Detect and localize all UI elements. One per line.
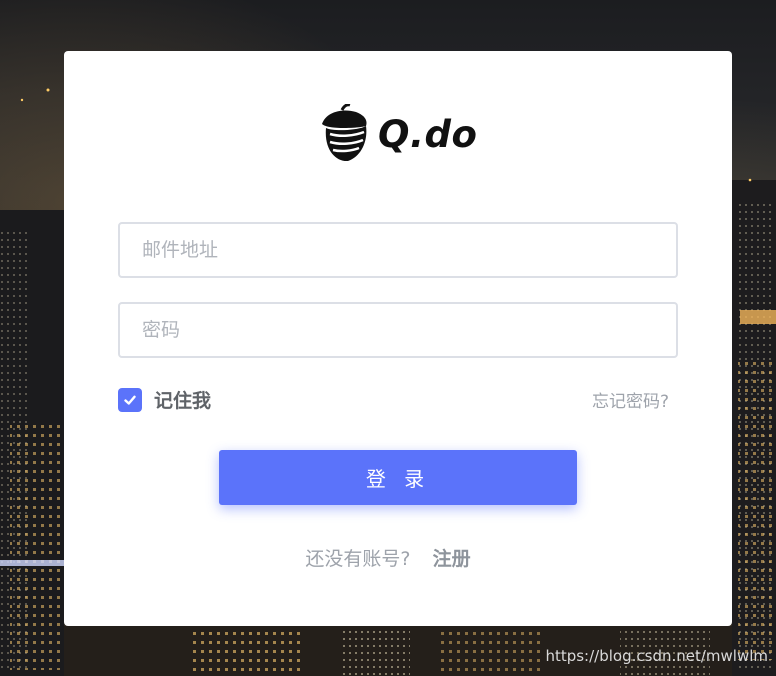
signup-row: 还没有账号? 注册 [0,544,776,571]
email-field[interactable] [118,222,678,278]
signup-prompt: 还没有账号? [305,548,411,570]
forgot-password-link[interactable]: 忘记密码? [592,387,669,412]
check-icon [124,395,136,405]
password-field[interactable] [118,302,678,358]
signup-link[interactable]: 注册 [433,548,471,570]
email-input[interactable] [120,224,676,276]
brand-logo: Q.do [316,104,477,164]
watermark: https://blog.csdn.net/mwlwlm [545,647,768,665]
remember-checkbox[interactable] [118,387,142,412]
login-button[interactable]: 登 录 [219,450,577,505]
remember-me[interactable]: 记住我 [118,386,211,413]
remember-label: 记住我 [154,390,212,412]
logo-text: Q.do [378,112,478,156]
password-input[interactable] [120,304,676,356]
acorn-icon [322,104,367,162]
